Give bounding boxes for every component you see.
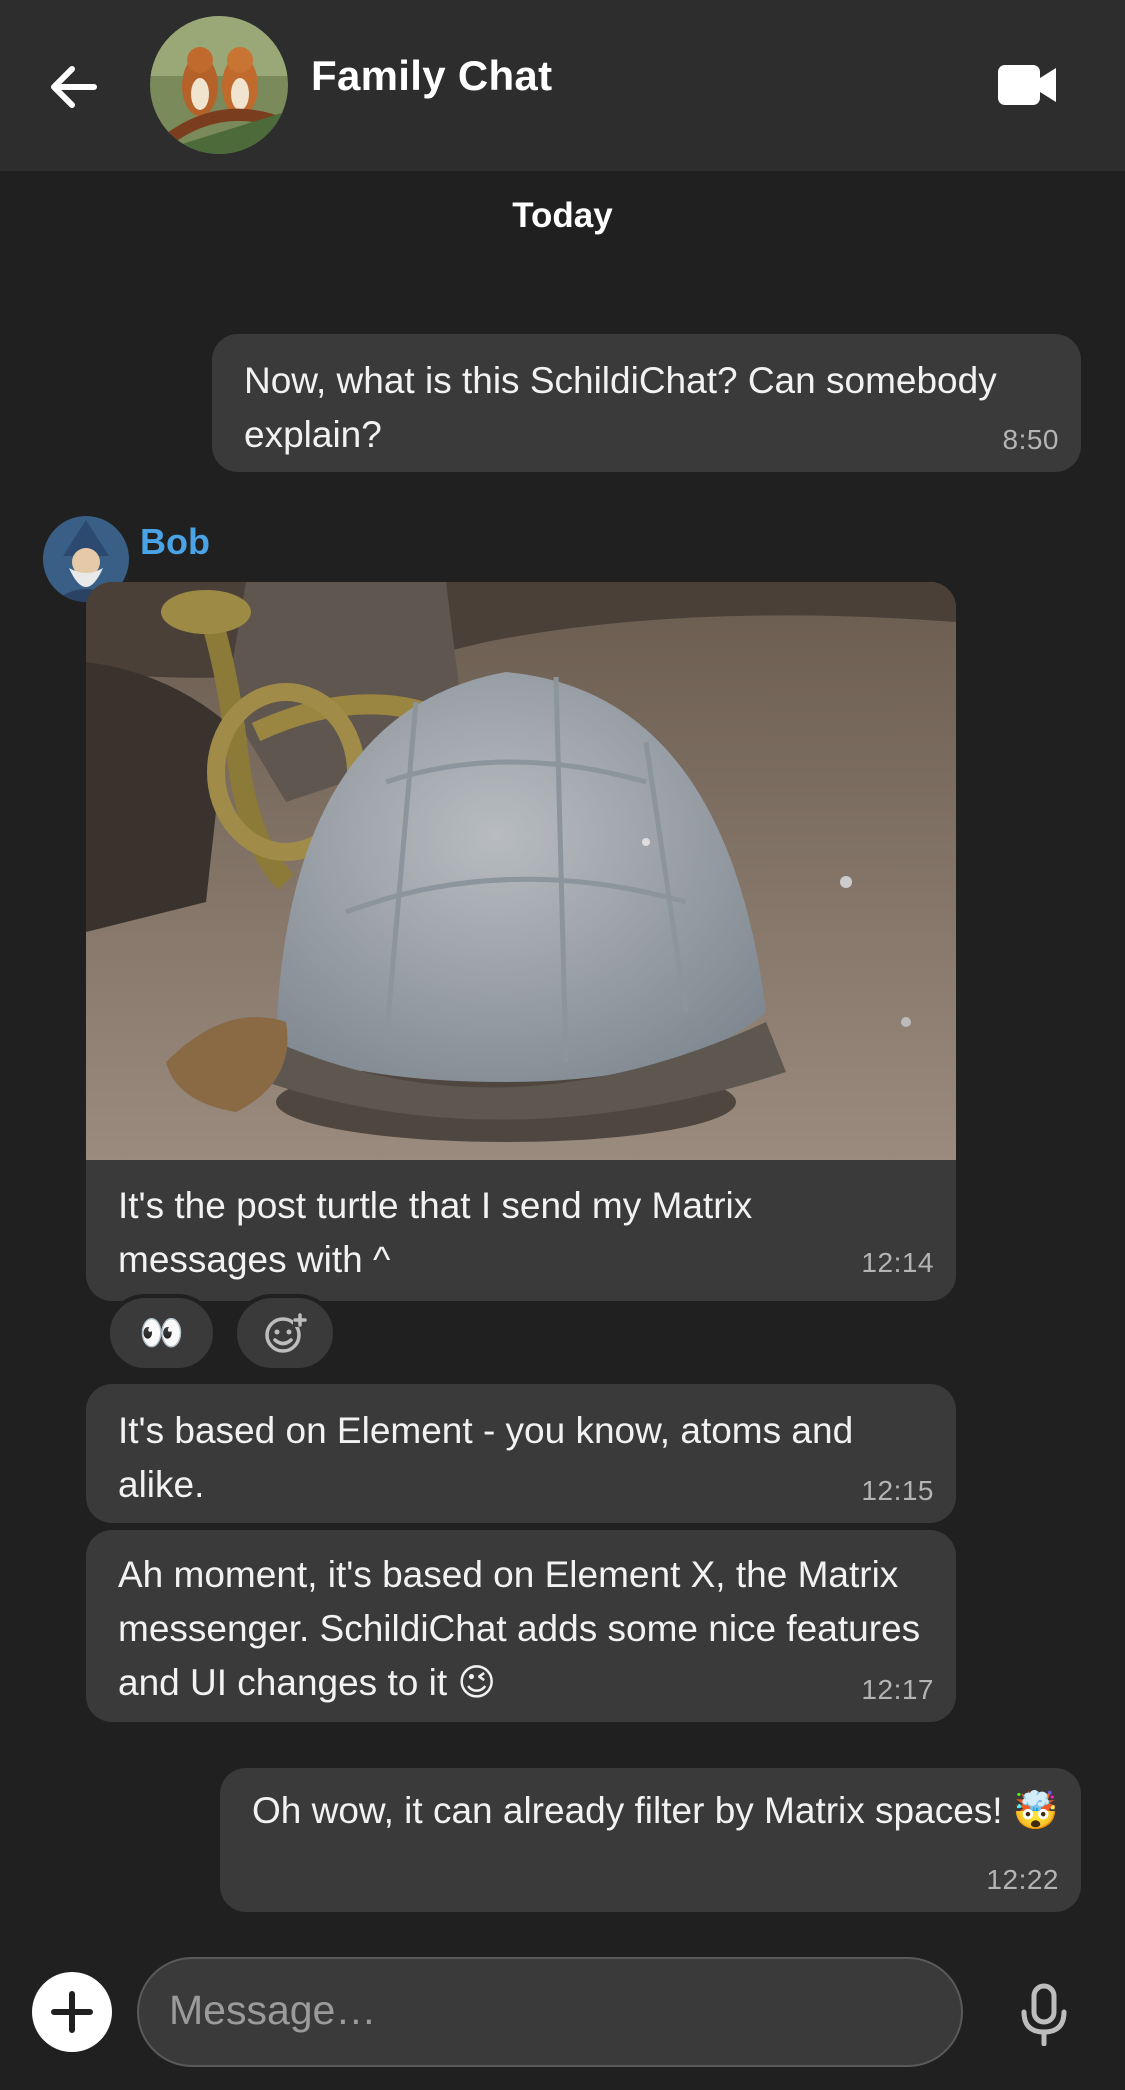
message-timestamp: 8:50: [1002, 424, 1059, 455]
message-text: It's based on Element - you know, atoms …: [118, 1410, 854, 1505]
top-app-bar: Family Chat: [0, 0, 1125, 171]
sender-name[interactable]: Bob: [140, 521, 210, 563]
reaction-chip[interactable]: 👀: [106, 1294, 217, 1372]
video-call-button[interactable]: [996, 60, 1060, 110]
reaction-emoji: 👀: [139, 1312, 184, 1353]
message-input-placeholder: Message…: [169, 1987, 377, 2033]
message-timestamp: 12:14: [861, 1247, 934, 1278]
message-bubble[interactable]: It's based on Element - you know, atoms …: [86, 1384, 956, 1523]
own-message-bubble[interactable]: Now, what is this SchildiChat? Can someb…: [212, 334, 1081, 472]
message-text: Now, what is this SchildiChat? Can someb…: [244, 360, 997, 455]
room-title[interactable]: Family Chat: [311, 52, 552, 100]
image-message-bubble[interactable]: It's the post turtle that I send my Matr…: [86, 582, 956, 1301]
plus-icon: [51, 1991, 93, 2033]
image-caption: It's the post turtle that I send my Matr…: [118, 1185, 753, 1280]
room-avatar[interactable]: [150, 16, 288, 154]
voice-message-button[interactable]: [1016, 1982, 1072, 2047]
message-timestamp: 12:17: [861, 1674, 934, 1705]
squirrels-avatar-image: [150, 16, 288, 154]
message-bubble[interactable]: Ah moment, it's based on Element X, the …: [86, 1530, 956, 1722]
video-camera-icon: [998, 65, 1056, 105]
date-separator: Today: [512, 196, 613, 235]
message-input[interactable]: Message…: [137, 1957, 963, 2067]
microphone-icon: [1021, 1983, 1067, 2047]
add-reaction-button[interactable]: [233, 1294, 337, 1372]
message-text: Ah moment, it's based on Element X, the …: [118, 1554, 921, 1703]
own-message-bubble[interactable]: Oh wow, it can already filter by Matrix …: [220, 1768, 1081, 1912]
add-attachment-button[interactable]: [32, 1972, 112, 2052]
arrow-left-icon: [51, 66, 97, 108]
message-timestamp: 12:15: [861, 1475, 934, 1506]
turtle-photo[interactable]: [86, 582, 956, 1160]
add-reaction-icon: [265, 1313, 307, 1353]
message-text: Oh wow, it can already filter by Matrix …: [252, 1790, 1059, 1831]
back-button[interactable]: [42, 55, 106, 119]
message-timestamp: 12:22: [986, 1864, 1059, 1895]
